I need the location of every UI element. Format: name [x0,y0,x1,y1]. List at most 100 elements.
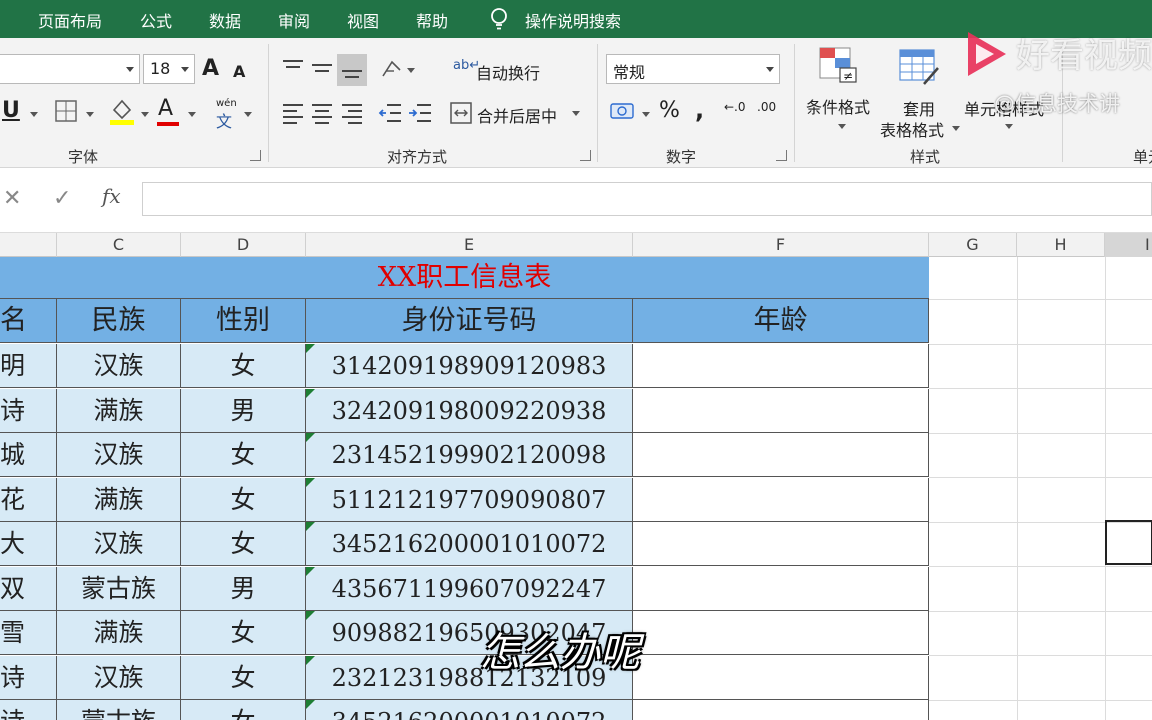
cell-id-number[interactable]: 345216200001010072 [306,522,633,566]
font-color-button[interactable]: A [158,96,173,121]
cell-id-number[interactable]: 324209198009220938 [306,388,633,433]
chevron-down-icon[interactable] [30,112,38,117]
cell-id-number[interactable]: 314209198909120983 [306,344,633,388]
grow-font-button[interactable]: A [202,56,219,81]
tab-formulas[interactable]: 公式 [140,8,172,32]
increase-indent-icon[interactable] [408,102,432,124]
align-left-button[interactable] [283,104,303,124]
cell-name[interactable]: 诗 [0,655,57,700]
cell-age[interactable] [633,433,929,477]
cell-ethnicity[interactable]: 蒙古族 [57,566,181,611]
cell-name[interactable]: 大 [0,522,57,566]
chevron-down-icon[interactable] [244,112,252,117]
cell-gender[interactable]: 女 [181,700,306,720]
phonetic-button[interactable]: 文 [216,108,232,132]
align-top-button[interactable] [283,60,303,76]
wrap-text-button[interactable]: 自动换行 [476,60,540,84]
cell-age[interactable] [633,477,929,522]
header-cell-ethnicity[interactable]: 民族 [57,299,181,343]
column-header-c[interactable]: C [57,233,181,257]
cell-name[interactable]: 诗 [0,700,57,720]
cell-name[interactable]: 双 [0,566,57,611]
tab-review[interactable]: 审阅 [278,8,310,32]
decrease-decimal-button[interactable]: .00 [757,100,776,114]
cell-id-number[interactable]: 511212197709090807 [306,477,633,522]
header-cell-id-number[interactable]: 身份证号码 [306,299,633,343]
cell-name[interactable]: 雪 [0,611,57,655]
chevron-down-icon[interactable] [188,112,196,117]
dialog-launcher-icon[interactable] [580,150,591,161]
merge-center-button[interactable]: 合并后居中 [477,103,557,127]
tab-help[interactable]: 帮助 [416,8,448,32]
cell-ethnicity[interactable]: 汉族 [57,522,181,566]
chevron-down-icon[interactable] [952,126,960,131]
chevron-down-icon[interactable] [407,68,415,73]
tab-view[interactable]: 视图 [347,8,379,32]
cell-age[interactable] [633,388,929,433]
cell-name[interactable]: 城 [0,433,57,477]
cell-age[interactable] [633,344,929,388]
cell-gender[interactable]: 女 [181,344,306,388]
increase-decimal-button[interactable]: ←.0 [724,100,746,114]
cell-ethnicity[interactable]: 满族 [57,611,181,655]
enter-icon[interactable]: ✓ [53,186,71,211]
chevron-down-icon[interactable] [838,124,846,129]
cell-age[interactable] [633,611,929,655]
number-format-combo[interactable]: 常规 [606,54,780,84]
cell-age[interactable] [633,566,929,611]
column-header-i[interactable]: I [1105,233,1152,257]
align-bottom-button[interactable] [337,54,367,86]
align-right-button[interactable] [342,104,362,124]
cell-ethnicity[interactable]: 汉族 [57,344,181,388]
percent-button[interactable]: % [659,98,680,123]
cell-ethnicity[interactable]: 满族 [57,388,181,433]
cell-gender[interactable]: 女 [181,433,306,477]
dialog-launcher-icon[interactable] [250,150,261,161]
header-cell-name[interactable]: 名 [0,299,57,343]
cell-gender[interactable]: 女 [181,611,306,655]
tab-page-layout[interactable]: 页面布局 [38,8,102,32]
column-header-e[interactable]: E [306,233,633,257]
cell-ethnicity[interactable]: 汉族 [57,433,181,477]
underline-button[interactable]: U [2,98,20,123]
cell-id-number[interactable]: 231452199902120098 [306,433,633,477]
header-cell-gender[interactable]: 性别 [181,299,306,343]
comma-button[interactable]: , [695,96,704,124]
header-cell-age[interactable]: 年龄 [633,299,929,343]
column-header-h[interactable]: H [1017,233,1105,257]
cell-ethnicity[interactable]: 汉族 [57,655,181,700]
cell-ethnicity[interactable]: 蒙古族 [57,700,181,720]
column-header-d[interactable]: D [181,233,306,257]
font-name-combo[interactable] [0,54,140,84]
cell-gender[interactable]: 男 [181,566,306,611]
insert-function-button[interactable]: fx [102,184,121,208]
cell-id-number[interactable]: 435671199607092247 [306,566,633,611]
cell-age[interactable] [633,655,929,700]
chevron-down-icon[interactable] [642,112,650,117]
chevron-down-icon[interactable] [1005,124,1013,129]
cell-id-number[interactable]: 345216200001010072 [306,700,633,720]
cell-name[interactable]: 明 [0,344,57,388]
orientation-icon[interactable] [380,58,404,80]
cell-name[interactable]: 诗 [0,388,57,433]
format-as-table-button[interactable]: 表格格式 [880,117,944,141]
sheet-title-cell[interactable]: XX职工信息表 [0,257,929,299]
cell-name[interactable]: 花 [0,477,57,522]
fill-color-icon[interactable] [108,96,136,126]
cell-gender[interactable]: 男 [181,388,306,433]
cell-gender[interactable]: 女 [181,522,306,566]
dialog-launcher-icon[interactable] [776,150,787,161]
cell-ethnicity[interactable]: 满族 [57,477,181,522]
align-center-button[interactable] [312,104,332,124]
chevron-down-icon[interactable] [572,111,580,116]
column-header-g[interactable]: G [929,233,1017,257]
formula-input[interactable] [142,182,1152,216]
accounting-format-icon[interactable] [610,100,636,122]
cancel-icon[interactable]: ✕ [3,186,21,211]
cell-gender[interactable]: 女 [181,477,306,522]
decrease-indent-icon[interactable] [378,102,402,124]
chevron-down-icon[interactable] [86,112,94,117]
tell-me-search[interactable]: 操作说明搜索 [525,8,621,32]
cell-age[interactable] [633,700,929,720]
conditional-format-button[interactable]: 条件格式 [806,94,870,118]
